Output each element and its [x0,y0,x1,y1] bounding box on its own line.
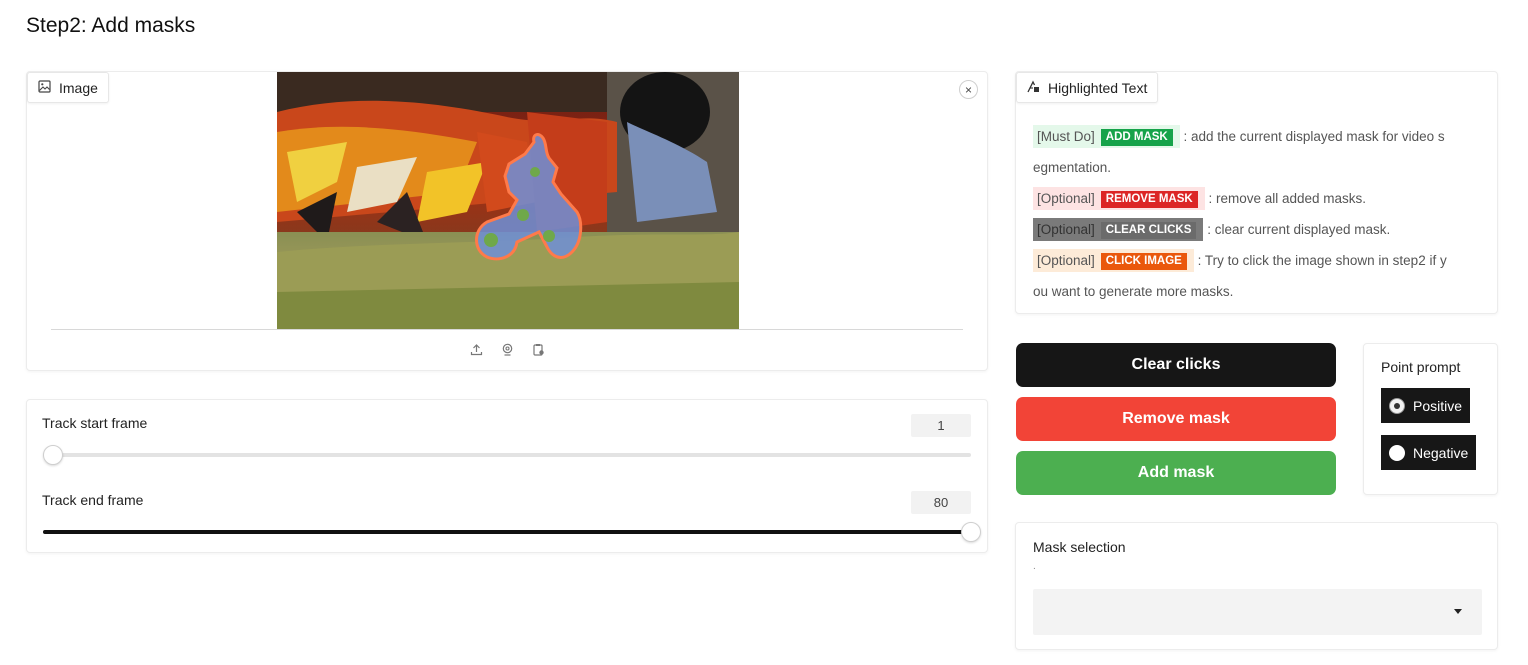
clear-clicks-button[interactable]: Clear clicks [1016,343,1336,387]
instruction-chip: [Must Do] ADD MASK [1033,125,1180,148]
page-title: Step2: Add masks [26,14,196,37]
instruction-chip: [Optional] CLICK IMAGE [1033,249,1194,272]
instruction-prefix: [Must Do] [1037,129,1095,144]
frame-range-panel: Track start frame 1 Track end frame 80 [26,399,988,553]
image-divider [51,329,963,330]
highlighted-text-panel: Highlighted Text [Must Do] ADD MASK : add… [1015,71,1498,314]
instruction-chip: [Optional] REMOVE MASK [1033,187,1205,210]
instruction-text: : Try to click the image shown in step2 … [1197,253,1447,268]
click-image-tag: CLICK IMAGE [1100,253,1187,270]
image-toolbar [27,342,987,357]
instruction-line: [Optional] REMOVE MASK : remove all added… [1033,183,1479,214]
track-start-thumb[interactable] [43,445,63,465]
image-panel-label: Image [27,72,109,103]
radio-checked-icon [1389,397,1405,414]
image-icon [38,79,51,96]
negative-radio[interactable]: Negative [1381,435,1477,470]
instruction-text: : add the current displayed mask for vid… [1183,129,1445,144]
remove-mask-tag: REMOVE MASK [1100,191,1198,208]
instruction-prefix: [Optional] [1037,222,1095,237]
clipboard-icon[interactable] [531,342,546,357]
instruction-line: [Must Do] ADD MASK : add the current disp… [1033,121,1479,152]
point-prompt-panel: Point prompt Positive Negative [1363,343,1498,495]
instruction-chip: [Optional] CLEAR CLICKS [1033,218,1204,241]
mask-selection-subtitle: . [1033,561,1036,572]
instruction-text: : remove all added masks. [1208,191,1367,206]
negative-label: Negative [1413,444,1469,461]
track-end-input[interactable]: 80 [911,491,971,514]
instruction-continuation: egmentation. [1033,160,1112,175]
highlighted-text-title: Highlighted Text [1048,79,1148,96]
close-icon: × [964,82,972,97]
add-mask-tag: ADD MASK [1100,129,1173,146]
track-end-fill [43,530,971,534]
positive-radio[interactable]: Positive [1381,388,1471,423]
track-start-input[interactable]: 1 [911,414,971,437]
radio-unchecked-icon [1389,444,1405,461]
instruction-continuation: ou want to generate more masks. [1033,284,1234,299]
track-end-label: Track end frame [42,492,144,508]
track-start-slider[interactable] [43,445,971,465]
positive-label: Positive [1413,397,1463,414]
mask-selection-title: Mask selection [1033,539,1126,555]
image-canvas [277,72,739,329]
remove-mask-button[interactable]: Remove mask [1016,397,1336,441]
track-start-label: Track start frame [42,415,148,431]
close-image-button[interactable]: × [959,80,978,99]
track-end-slider[interactable] [43,522,981,542]
mask-selection-panel: Mask selection . [1015,522,1498,650]
instruction-text: : clear current displayed mask. [1207,222,1391,237]
image-label-text: Image [59,79,98,96]
point-prompt-title: Point prompt [1381,359,1461,375]
upload-icon[interactable] [469,342,484,357]
instruction-line: [Optional] CLICK IMAGE : Try to click the… [1033,245,1479,276]
mask-selection-dropdown[interactable] [1033,589,1482,635]
image-panel: Image × [26,71,988,371]
clear-clicks-tag: CLEAR CLICKS [1100,222,1197,239]
segmentation-image[interactable] [277,72,739,329]
webcam-icon[interactable] [500,342,515,357]
chevron-down-icon [1454,609,1462,614]
track-end-thumb[interactable] [961,522,981,542]
instruction-line: [Optional] CLEAR CLICKS : clear current d… [1033,214,1479,245]
instruction-prefix: [Optional] [1037,253,1095,268]
highlighted-text-label: Highlighted Text [1016,72,1159,103]
add-mask-button[interactable]: Add mask [1016,451,1336,495]
highlight-icon [1027,80,1040,96]
highlighted-text-body: [Must Do] ADD MASK : add the current disp… [1033,121,1479,307]
instruction-prefix: [Optional] [1037,191,1095,206]
